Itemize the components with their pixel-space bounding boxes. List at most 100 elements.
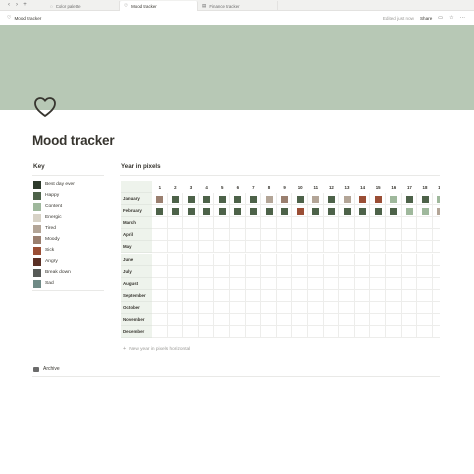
mood-pixel[interactable]: [390, 195, 398, 203]
mood-pixel[interactable]: [218, 207, 226, 215]
table-cell[interactable]: [370, 314, 386, 327]
mood-pixel[interactable]: [234, 195, 242, 203]
table-cell[interactable]: [432, 278, 440, 290]
table-cell[interactable]: [276, 253, 293, 266]
table-cell[interactable]: [432, 241, 440, 254]
table-cell[interactable]: [230, 217, 246, 230]
table-cell[interactable]: [386, 241, 402, 254]
table-cell[interactable]: [152, 326, 168, 339]
mood-pixel[interactable]: [327, 195, 335, 203]
table-cell[interactable]: [276, 265, 293, 278]
mood-pixel[interactable]: [359, 195, 367, 203]
heart-outline-icon[interactable]: [33, 95, 57, 119]
mood-pixel[interactable]: [203, 195, 211, 203]
table-cell[interactable]: [354, 265, 371, 278]
table-cell[interactable]: [417, 253, 433, 266]
table-cell[interactable]: [167, 241, 184, 254]
table-cell[interactable]: [339, 277, 355, 290]
mood-pixel[interactable]: [187, 195, 195, 203]
table-cell[interactable]: [417, 301, 433, 314]
mood-pixel[interactable]: [405, 207, 413, 215]
table-cell[interactable]: [370, 289, 386, 302]
table-cell[interactable]: [401, 265, 418, 278]
table-cell[interactable]: [354, 217, 371, 230]
table-cell[interactable]: [198, 301, 215, 314]
mood-pixel[interactable]: [374, 195, 382, 203]
mood-pixel[interactable]: [390, 207, 398, 215]
table-cell[interactable]: [370, 241, 386, 254]
table-cell[interactable]: [401, 241, 418, 254]
table-cell[interactable]: [152, 314, 168, 327]
table-cell[interactable]: [308, 265, 324, 278]
table-cell[interactable]: [417, 326, 433, 339]
table-cell[interactable]: [417, 289, 433, 302]
table-cell[interactable]: [214, 229, 230, 242]
table-cell[interactable]: [370, 301, 386, 314]
table-cell[interactable]: [167, 253, 184, 266]
table-cell[interactable]: [354, 253, 371, 266]
table-cell[interactable]: [183, 326, 199, 339]
table-cell[interactable]: [167, 314, 184, 327]
mood-pixel[interactable]: [374, 207, 382, 215]
table-cell[interactable]: [167, 217, 184, 230]
new-year-button[interactable]: + New year in pixels horizontal: [123, 346, 190, 352]
table-cell[interactable]: [276, 301, 293, 314]
table-cell[interactable]: [276, 277, 293, 290]
table-cell[interactable]: [183, 277, 199, 290]
table-cell[interactable]: [370, 265, 386, 278]
table-cell[interactable]: [432, 254, 440, 266]
mood-pixel[interactable]: [249, 207, 257, 215]
table-cell[interactable]: [276, 314, 293, 327]
table-cell[interactable]: [183, 241, 199, 254]
table-cell[interactable]: [354, 241, 371, 254]
mood-pixel[interactable]: [156, 195, 164, 203]
tab-finance-tracker[interactable]: ▤ Finance tracker: [198, 1, 278, 11]
mood-pixel[interactable]: [171, 195, 179, 203]
table-cell[interactable]: [198, 289, 215, 302]
table-cell[interactable]: [386, 326, 402, 339]
table-cell[interactable]: [261, 301, 277, 314]
table-cell[interactable]: [214, 241, 230, 254]
table-cell[interactable]: [292, 277, 308, 290]
mood-pixel[interactable]: [312, 207, 320, 215]
share-button[interactable]: Share: [420, 16, 432, 21]
table-cell[interactable]: [432, 326, 440, 339]
table-cell[interactable]: [152, 277, 168, 290]
table-cell[interactable]: [230, 265, 246, 278]
table-cell[interactable]: [214, 217, 230, 230]
tab-color-palette[interactable]: ◌ Color palette: [46, 1, 120, 11]
table-cell[interactable]: [230, 241, 246, 254]
table-cell[interactable]: [152, 289, 168, 302]
table-cell[interactable]: [167, 277, 184, 290]
new-tab-icon[interactable]: +: [21, 0, 29, 11]
table-cell[interactable]: [214, 253, 230, 266]
mood-pixel[interactable]: [265, 207, 273, 215]
table-cell[interactable]: [198, 229, 215, 242]
table-cell[interactable]: [417, 314, 433, 327]
table-cell[interactable]: [432, 217, 440, 230]
table-cell[interactable]: [230, 289, 246, 302]
mood-pixel[interactable]: [296, 207, 304, 215]
table-cell[interactable]: [152, 241, 168, 254]
mood-pixel[interactable]: [187, 207, 195, 215]
table-cell[interactable]: [339, 289, 355, 302]
table-cell[interactable]: [308, 241, 324, 254]
table-cell[interactable]: [292, 241, 308, 254]
table-cell[interactable]: [183, 289, 199, 302]
mood-pixel[interactable]: [218, 195, 226, 203]
page-cover[interactable]: [0, 25, 474, 110]
table-cell[interactable]: [339, 301, 355, 314]
table-cell[interactable]: [339, 253, 355, 266]
mood-pixel[interactable]: [249, 195, 257, 203]
mood-pixel[interactable]: [343, 207, 351, 215]
table-cell[interactable]: [230, 314, 246, 327]
table-cell[interactable]: [276, 241, 293, 254]
page-title[interactable]: Mood tracker: [32, 133, 115, 148]
table-cell[interactable]: [386, 253, 402, 266]
table-cell[interactable]: [339, 265, 355, 278]
table-cell[interactable]: [339, 326, 355, 339]
table-cell[interactable]: [432, 302, 440, 314]
mood-pixel[interactable]: [156, 207, 164, 215]
table-cell[interactable]: [214, 314, 230, 327]
table-cell[interactable]: [245, 253, 262, 266]
